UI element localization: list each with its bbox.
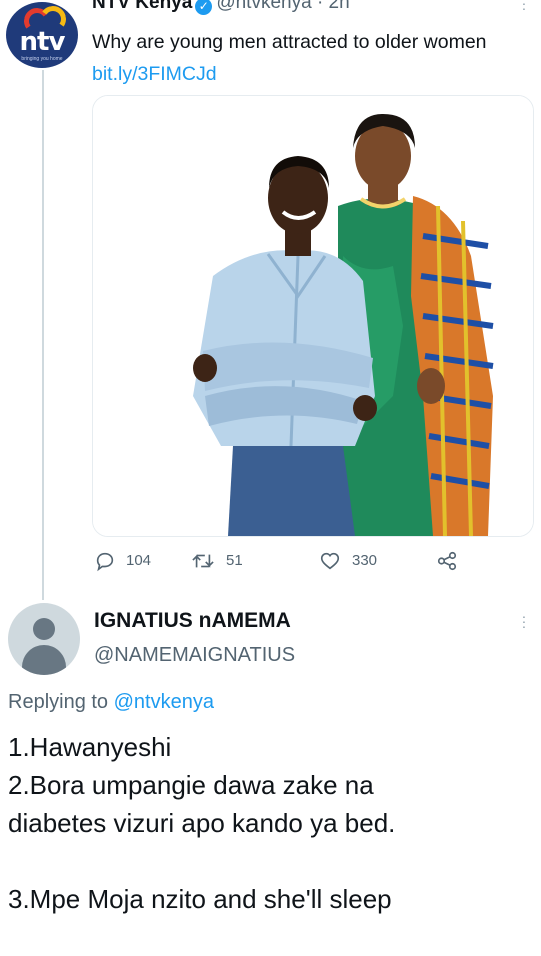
tweet-media-image[interactable]	[92, 95, 534, 537]
reply-line-1: 1.Hawanyeshi	[8, 732, 172, 762]
reply-icon	[96, 552, 114, 572]
like-count: 330	[352, 552, 378, 569]
author-handle[interactable]: @ntvkenya	[216, 0, 311, 13]
default-avatar-body	[22, 645, 66, 675]
reply-line-2: 2.Bora umpangie dawa zake na	[8, 770, 374, 800]
reply-action[interactable]: 104	[94, 548, 151, 574]
retweet-icon	[192, 554, 214, 568]
ntv-logo-tagline: bringing you home	[21, 56, 63, 62]
reply-count: 104	[126, 552, 152, 569]
original-tweet[interactable]: ntv bringing you home NTV Kenya ✓ @ntvkeny…	[0, 0, 541, 600]
ntv-logo-text: ntv	[19, 27, 66, 57]
reply-author-handle[interactable]: @NAMEMAIGNATIUS	[94, 641, 295, 669]
reply-text: 1.Hawanyeshi 2.Bora umpangie dawa zake n…	[8, 728, 536, 918]
reply-line-3: diabetes vizuri apo kando ya bed.	[8, 808, 396, 838]
tweet-timestamp[interactable]: 2h	[329, 0, 350, 13]
tweet-text-body: Why are young men attracted to older wom…	[92, 31, 487, 53]
retweet-count: 51	[226, 552, 243, 569]
like-action[interactable]: 330	[318, 548, 377, 574]
share-icon	[437, 551, 457, 571]
ntv-avatar[interactable]: ntv bringing you home	[6, 2, 78, 68]
like-icon	[320, 552, 340, 570]
reply-line-4: 3.Mpe Moja nzito and she'll sleep	[8, 884, 392, 914]
author-display-name[interactable]: NTV Kenya	[92, 0, 192, 13]
replying-to-line: Replying to @ntvkenya	[8, 688, 214, 716]
verified-badge-icon: ✓	[195, 0, 213, 15]
share-action[interactable]	[436, 548, 458, 574]
replying-to-mention[interactable]: @ntvkenya	[114, 691, 214, 713]
default-avatar-icon	[33, 618, 55, 640]
replying-to-prefix: Replying to	[8, 691, 109, 713]
reply-author-name[interactable]: IGNATIUS nAMEMA	[94, 607, 291, 635]
reply-author-avatar[interactable]	[8, 603, 80, 675]
retweet-action[interactable]: 51	[190, 548, 243, 574]
reply-more-options-icon[interactable]: · · ·	[521, 609, 527, 633]
tweet-link[interactable]: bit.ly/3FIMCJd	[92, 63, 217, 85]
header-separator: ·	[316, 0, 324, 13]
more-options-icon[interactable]: ···	[521, 0, 527, 15]
tweet-header: NTV Kenya ✓ @ntvkenya · 2h	[92, 0, 350, 15]
tweet-text: Why are young men attracted to older wom…	[92, 26, 522, 90]
tweet-actions-bar: 104 51 330	[92, 548, 512, 574]
reply-blank-line	[8, 842, 536, 880]
photo-young-man-older-woman	[93, 96, 533, 536]
